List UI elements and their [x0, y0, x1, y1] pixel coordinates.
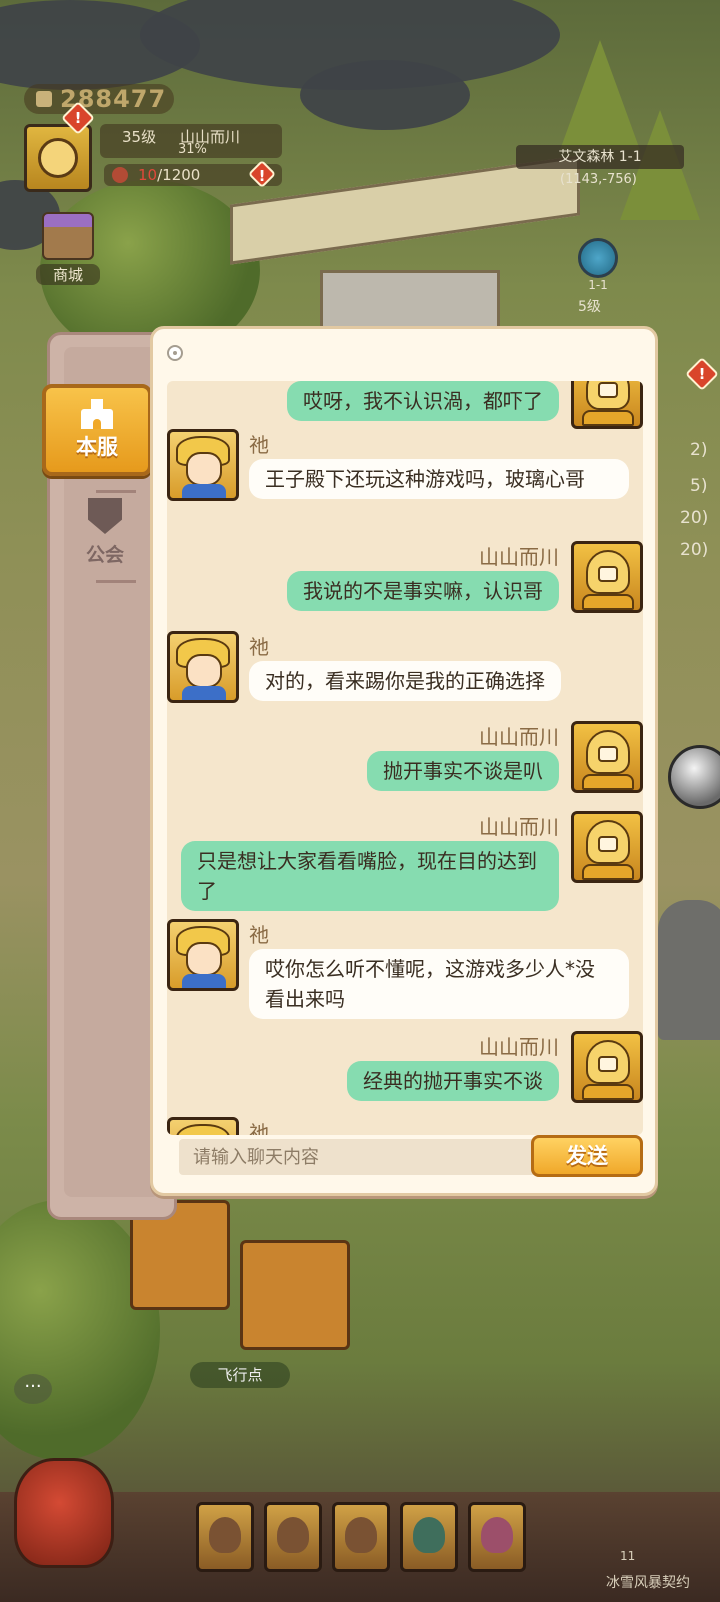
- tab-guild[interactable]: 公会: [72, 498, 138, 576]
- self-avatar[interactable]: [571, 811, 643, 883]
- chat-icon[interactable]: ···: [14, 1374, 52, 1404]
- map-coordinates: (1143,-756): [560, 172, 637, 187]
- avatar-face: [38, 138, 78, 178]
- hero-portrait-icon: [413, 1517, 445, 1553]
- user-avatar[interactable]: [167, 631, 239, 703]
- sender-name: 祂: [249, 1121, 269, 1135]
- sender-name: 山山而川: [479, 545, 559, 569]
- close-icon[interactable]: [167, 345, 183, 361]
- exp-percent: 31%: [178, 142, 207, 157]
- side-count: 2): [690, 440, 708, 460]
- tab-guild-label: 公会: [85, 544, 124, 566]
- message-text: 哎你怎么听不懂呢，这游戏多少人*没看出来吗: [249, 949, 629, 1019]
- hero-slot[interactable]: [400, 1502, 458, 1572]
- tab-server-label: 本服: [76, 435, 118, 459]
- message-text: 抛开事实不谈是叭: [367, 751, 559, 791]
- stone-block: [320, 270, 500, 330]
- shop-button[interactable]: 商城: [36, 212, 100, 296]
- stage-node[interactable]: 1-1 5级: [574, 238, 622, 315]
- message-text: 哎呀，我不认识渦，都吓了: [287, 381, 559, 421]
- hero-portrait-icon: [209, 1517, 241, 1553]
- tab-divider: [96, 490, 136, 493]
- tab-server[interactable]: 本服: [42, 384, 152, 476]
- side-count: 20): [680, 508, 709, 528]
- sender-name: 山山而川: [479, 1035, 559, 1059]
- message-text: 王子殿下还玩这种游戏吗，玻璃心哥: [249, 459, 629, 499]
- message-list[interactable]: 哎呀，我不认识渦，都吓了 祂 王子殿下还玩这种游戏吗，玻璃心哥 山山而川 我说的…: [167, 381, 643, 1135]
- hero-portrait-icon: [277, 1517, 309, 1553]
- sender-name: 山山而川: [479, 725, 559, 749]
- gold-counter: 288477: [24, 84, 174, 114]
- shop-stall-icon: [42, 212, 94, 260]
- sender-name: 祂: [249, 923, 269, 947]
- stage-portal-icon: [578, 238, 618, 278]
- chat-input[interactable]: [179, 1139, 539, 1175]
- castle-wall: [230, 155, 580, 265]
- griffin-nest[interactable]: [240, 1240, 350, 1350]
- stage-number: 1-1: [588, 278, 608, 292]
- cloud: [300, 60, 470, 130]
- self-avatar[interactable]: [571, 1031, 643, 1103]
- player-level-bar: 35级 山山而川 31%: [100, 124, 282, 158]
- message-text: 我说的不是事实嘛，认识哥: [287, 571, 559, 611]
- food-max: /1200: [157, 166, 201, 184]
- self-avatar[interactable]: [571, 381, 643, 429]
- user-avatar[interactable]: [167, 1117, 239, 1135]
- castle-icon: [77, 399, 117, 429]
- chat-window: 哎呀，我不认识渦，都吓了 祂 王子殿下还玩这种游戏吗，玻璃心哥 山山而川 我说的…: [150, 326, 658, 1196]
- meat-icon: [112, 167, 128, 183]
- player-level: 35级: [122, 128, 157, 146]
- side-count: 20): [680, 540, 709, 560]
- self-avatar[interactable]: [571, 541, 643, 613]
- message-text: 经典的抛开事实不谈: [347, 1061, 559, 1101]
- food-current: 10: [138, 166, 158, 184]
- stage-level: 5级: [578, 299, 601, 315]
- hero-portrait-icon: [345, 1517, 377, 1553]
- side-count: 5): [690, 476, 708, 496]
- hero-slot[interactable]: [332, 1502, 390, 1572]
- event-label[interactable]: 冰雪风暴契约: [606, 1572, 690, 1592]
- hero-portrait-icon: [481, 1517, 513, 1553]
- event-count: 11: [620, 1549, 636, 1563]
- hero-helmet-icon[interactable]: [14, 1458, 114, 1568]
- user-avatar[interactable]: [167, 919, 239, 991]
- flight-point-label[interactable]: 飞行点: [190, 1362, 290, 1388]
- hero-slot[interactable]: [196, 1502, 254, 1572]
- chat-input-row: 发送: [179, 1135, 643, 1179]
- hero-slot[interactable]: [264, 1502, 322, 1572]
- send-button[interactable]: 发送: [531, 1135, 643, 1177]
- user-avatar[interactable]: [167, 429, 239, 501]
- gold-icon: [36, 91, 52, 107]
- player-avatar[interactable]: [24, 124, 92, 192]
- shop-label: 商城: [36, 264, 100, 285]
- message-text: 只是想让大家看看嘴脸，现在目的达到了: [181, 841, 559, 911]
- sender-name: 祂: [249, 635, 269, 659]
- sender-name: 山山而川: [479, 815, 559, 839]
- statue: [658, 900, 720, 1040]
- sender-name: 祂: [249, 433, 269, 457]
- message-text: 对的，看来踢你是我的正确选择: [249, 661, 561, 701]
- tab-divider: [96, 580, 136, 583]
- guild-banner-icon: [88, 498, 122, 534]
- area-name: 艾文森林 1-1: [516, 145, 684, 169]
- self-avatar[interactable]: [571, 721, 643, 793]
- hero-slot[interactable]: [468, 1502, 526, 1572]
